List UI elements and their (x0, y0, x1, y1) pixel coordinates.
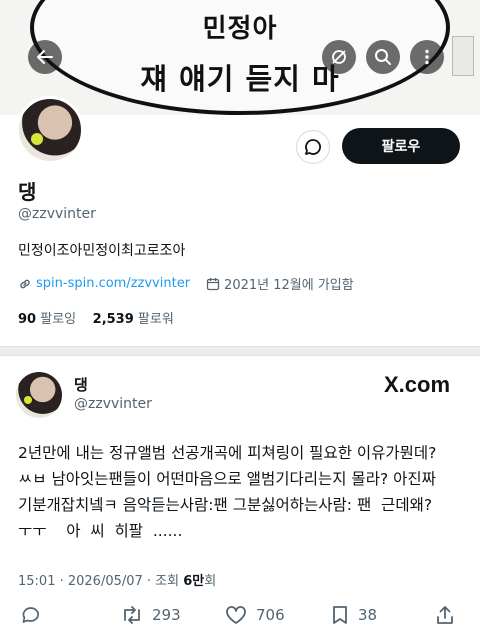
profile-link[interactable]: spin-spin.com/zzvvinter (36, 276, 190, 291)
profile-avatar[interactable] (16, 96, 84, 164)
followers-link[interactable]: 2,539 팔로워 (93, 312, 174, 327)
banner-text-line-1: 민정아 (202, 14, 278, 44)
tweet-text-line: ㅜㅜ 아 씨 히팔 ...... (18, 522, 183, 540)
section-divider (0, 346, 480, 356)
tweet-text-line: 2년만에 내는 정규앨범 선공개곡에 피쳐링이 필요한 이유가뭔데? (18, 444, 437, 462)
tweet-author-avatar[interactable] (16, 372, 62, 418)
bookmark-count: 38 (358, 606, 378, 624)
tweet-author-name[interactable]: 댕 (74, 374, 88, 395)
link-icon (20, 279, 30, 288)
reply-icon (22, 607, 39, 623)
tweet-timestamp: 15:01 · 2026/05/07 · 조회 6만회 (18, 570, 216, 589)
chat-bubble-icon (305, 139, 321, 155)
following-link[interactable]: 90 팔로잉 (18, 312, 76, 327)
retweet-icon (124, 606, 140, 624)
tweet-text-line: 기분개잡치넼ㅋ 음악듣는사람:팬 그분싫어하는사람: 팬 근데왜? (18, 496, 433, 514)
avatar-ball (31, 133, 43, 145)
tweet-text: 2년만에 내는 정규앨범 선공개곡에 피쳐링이 필요한 이유가뭔데? ㅆㅂ 남아잇… (18, 440, 468, 544)
heart-icon (226, 606, 246, 624)
followers-label: 팔로워 (137, 312, 174, 327)
search-button[interactable] (366, 40, 400, 74)
calendar-icon (206, 277, 220, 290)
followers-count: 2,539 (92, 312, 134, 327)
like-count: 706 (256, 606, 285, 624)
hide-image-icon (332, 50, 346, 64)
message-button[interactable] (296, 130, 330, 164)
tweet-actions: 293 706 38 (0, 604, 480, 634)
follow-button[interactable]: 팔로우 (342, 128, 460, 164)
reply-button[interactable] (20, 604, 42, 626)
tweet-time-date: 15:01 · 2026/05/07 · 조회 (18, 574, 184, 589)
like-button[interactable]: 706 (224, 604, 285, 626)
x-com-logo: X.com (384, 372, 451, 397)
bookmark-button[interactable]: 38 (330, 604, 377, 626)
tweet-views-suffix: 회 (204, 574, 217, 589)
back-button[interactable] (28, 40, 62, 74)
hide-image-button[interactable] (322, 40, 356, 74)
following-count: 90 (18, 312, 37, 327)
back-arrow-icon (37, 50, 53, 64)
search-icon (375, 49, 391, 65)
tweet-views-count: 6만 (183, 574, 205, 589)
banner-background-window (452, 36, 474, 76)
profile-meta: spin-spin.com/zzvvinter 2021년 12월에 가입함 (18, 274, 354, 293)
retweet-button[interactable]: 293 (120, 604, 181, 626)
bookmark-icon (333, 606, 347, 624)
profile-handle: @zzvvinter (18, 206, 96, 222)
profile-joined: 2021년 12월에 가입함 (224, 278, 354, 293)
tweet-author-handle[interactable]: @zzvvinter (74, 396, 152, 412)
profile-banner[interactable]: 민정아 쟤 얘기 듣지 마 (0, 0, 480, 115)
share-icon (437, 606, 453, 624)
more-button[interactable] (410, 40, 444, 74)
following-label: 팔로잉 (40, 312, 77, 327)
avatar-ball (24, 396, 32, 404)
profile-name: 댕 (18, 180, 37, 204)
follow-stats: 90 팔로잉 2,539 팔로워 (18, 308, 174, 327)
share-button[interactable] (434, 604, 456, 626)
more-icon (425, 49, 429, 65)
profile-bio: 민정이조아민정이최고로조아 (18, 243, 186, 259)
banner-text-line-2: 쟤 얘기 듣지 마 (140, 62, 340, 96)
tweet-text-line: ㅆㅂ 남아잇는팬들이 어떤마음으로 앨범기다리는지 몰라? 아진짜 (18, 470, 436, 488)
retweet-count: 293 (152, 606, 181, 624)
